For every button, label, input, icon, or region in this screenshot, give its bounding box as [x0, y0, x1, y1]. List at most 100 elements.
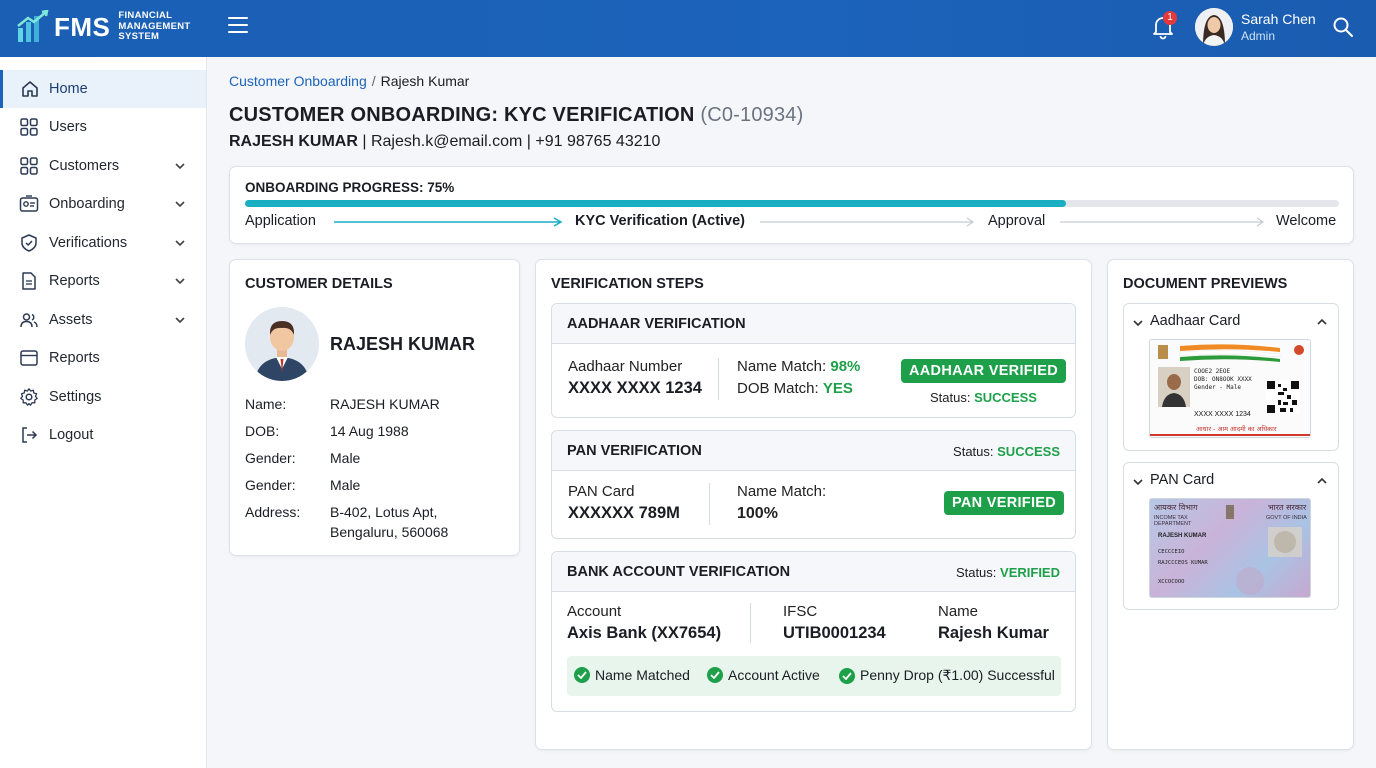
arrow-right-icon	[760, 217, 975, 227]
chevron-down-icon[interactable]	[173, 313, 187, 327]
chevron-up-icon[interactable]	[1316, 475, 1328, 487]
bank-verification-title: BANK ACCOUNT VERIFICATION	[567, 564, 791, 580]
bank-account-value: Axis Bank (XX7654)	[567, 624, 722, 642]
top-bar: FMS FINANCIAL MANAGEMENT SYSTEM 1 Sarah …	[0, 0, 1376, 57]
breadcrumb-current: Rajesh Kumar	[380, 73, 470, 89]
sidebar-item-home[interactable]: Home	[0, 70, 206, 108]
bank-status: Status: VERIFIED	[955, 565, 1060, 580]
grid-icon	[20, 118, 38, 136]
sidebar-item-onboarding[interactable]: Onboarding	[0, 185, 206, 223]
verification-steps-title: VERIFICATION STEPS	[551, 276, 704, 292]
sidebar-item-logout[interactable]: Logout	[0, 416, 206, 454]
field-value-gender: Male	[330, 450, 361, 466]
field-value-gender: Male	[330, 477, 361, 493]
sidebar-item-users[interactable]: Users	[0, 108, 206, 146]
document-icon	[22, 272, 36, 290]
field-label-dob: DOB:	[245, 423, 280, 439]
field-value-name: RAJESH KUMAR	[330, 396, 440, 412]
browser-window-icon	[20, 350, 38, 366]
user-avatar[interactable]	[1195, 8, 1233, 46]
sidebar: Home Users Customers Onboarding Verifica…	[0, 57, 207, 768]
chevron-down-icon[interactable]	[1132, 476, 1144, 488]
field-label-address: Address:	[245, 504, 301, 520]
progress-fill	[245, 200, 1066, 207]
page-title: CUSTOMER ONBOARDING: KYC VERIFICATION (C…	[229, 104, 804, 126]
aadhaar-card-text: COOE2 2EOE DOB: ON8OOK XXXX Gender - Mal…	[1194, 368, 1252, 391]
pan-verified-badge: PAN VERIFIED	[944, 491, 1065, 515]
pan-card-label: PAN Card	[568, 483, 635, 500]
menu-toggle-icon[interactable]	[228, 17, 248, 35]
bank-account-label: Account	[567, 603, 622, 620]
logo-chart-icon	[17, 10, 49, 42]
chevron-down-icon[interactable]	[173, 197, 187, 211]
aadhaar-card-label: Aadhaar Card	[1150, 313, 1241, 329]
arrow-right-icon	[334, 217, 563, 227]
users-icon	[20, 313, 38, 328]
grid-icon	[20, 157, 38, 175]
gear-icon	[20, 388, 38, 406]
pan-hindi-right: भारत सरकार	[1268, 503, 1307, 512]
chevron-down-icon[interactable]	[173, 274, 187, 288]
sidebar-item-settings[interactable]: Settings	[0, 378, 206, 416]
search-icon[interactable]	[1332, 16, 1354, 38]
check-circle-icon	[839, 667, 855, 684]
customer-name-heading: RAJESH KUMAR	[330, 334, 476, 354]
ifsc-label: IFSC	[783, 603, 818, 620]
pan-card-preview[interactable]: PAN Card आयकर विभाग भारत सरकार INCOME TA…	[1123, 462, 1339, 610]
progress-title: ONBOARDING PROGRESS: 75%	[245, 180, 455, 195]
logo-text: FMS	[54, 11, 111, 42]
document-previews-title: DOCUMENT PREVIEWS	[1123, 276, 1288, 292]
sidebar-item-verifications[interactable]: Verifications	[0, 224, 206, 262]
bank-verification-panel: BANK ACCOUNT VERIFICATION Status: VERIFI…	[551, 551, 1076, 712]
sidebar-item-customers[interactable]: Customers	[0, 147, 206, 185]
aadhaar-name-match: Name Match: 98%	[737, 358, 861, 375]
customer-details-title: CUSTOMER DETAILS	[245, 276, 393, 292]
field-value-dob: 14 Aug 1988	[330, 423, 409, 439]
breadcrumb-link-customer-onboarding[interactable]: Customer Onboarding	[229, 73, 367, 89]
pan-name-match-label: Name Match:	[737, 483, 827, 500]
ifsc-value: UTIB0001234	[783, 624, 886, 642]
user-photo-icon	[1195, 8, 1233, 46]
user-name: Sarah Chen	[1241, 11, 1316, 27]
pan-card-image: आयकर विभाग भारत सरकार INCOME TAX DEPARTM…	[1149, 498, 1311, 598]
bank-checks-strip: Name Matched Account Active Penny Drop (…	[567, 656, 1061, 696]
aadhaar-card-preview[interactable]: Aadhaar Card COOE2 2EOE DOB: ON8OOK XXXX…	[1123, 303, 1339, 451]
pan-card-text: CECCCEIO RAJCCCEOS KUMAR XCCOCOOO	[1158, 549, 1208, 585]
onboarding-progress-card: ONBOARDING PROGRESS: 75% Application KYC…	[229, 166, 1354, 244]
breadcrumb: Customer Onboarding / Rajesh Kumar	[229, 73, 470, 89]
sidebar-item-reports[interactable]: Reports	[0, 262, 206, 300]
aadhaar-number-label: Aadhaar Number	[568, 358, 683, 375]
pan-dept: INCOME TAX DEPARTMENT	[1154, 515, 1192, 527]
field-label-gender: Gender:	[245, 450, 296, 466]
app-logo[interactable]: FMS FINANCIAL MANAGEMENT SYSTEM	[16, 10, 191, 44]
aadhaar-verification-title: AADHAAR VERIFICATION	[567, 316, 746, 332]
check-penny-drop: Penny Drop (₹1.00) Successful	[839, 667, 1055, 684]
chevron-up-icon[interactable]	[1316, 316, 1328, 328]
aadhaar-number-value: XXXX XXXX 1234	[568, 379, 702, 397]
customer-details-card: CUSTOMER DETAILS RAJESH KUMAR Name: RAJE…	[229, 259, 520, 556]
customer-photo-icon	[245, 307, 319, 381]
pan-card-label: PAN Card	[1150, 472, 1215, 488]
id-card-icon	[19, 195, 39, 212]
chevron-down-icon[interactable]	[173, 236, 187, 250]
notification-badge: 1	[1163, 11, 1177, 25]
progress-bar	[245, 200, 1339, 207]
document-previews-card: DOCUMENT PREVIEWS Aadhaar Card COOE2 2EO…	[1107, 259, 1354, 750]
check-name-matched: Name Matched	[574, 667, 690, 683]
sidebar-item-reports-2[interactable]: Reports	[0, 339, 206, 377]
chevron-down-icon[interactable]	[1132, 317, 1144, 329]
pan-card-value: XXXXXX 789M	[568, 504, 680, 522]
logo-subtitle: FINANCIAL MANAGEMENT SYSTEM	[118, 10, 191, 43]
logout-icon	[22, 427, 38, 443]
pan-verification-title: PAN VERIFICATION	[567, 443, 702, 459]
home-icon	[22, 81, 38, 97]
field-value-address: B-402, Lotus Apt, Bengaluru, 560068	[330, 504, 449, 540]
shield-check-icon	[21, 234, 37, 252]
aadhaar-status: Status: SUCCESS	[930, 390, 1037, 405]
step-kyc-verification: KYC Verification (Active)	[575, 213, 746, 229]
pan-hindi-left: आयकर विभाग	[1154, 503, 1198, 512]
verification-steps-card: VERIFICATION STEPS AADHAAR VERIFICATION …	[535, 259, 1092, 750]
aadhaar-verified-badge: AADHAAR VERIFIED	[901, 359, 1066, 383]
chevron-down-icon[interactable]	[173, 159, 187, 173]
sidebar-item-assets[interactable]: Assets	[0, 301, 206, 339]
